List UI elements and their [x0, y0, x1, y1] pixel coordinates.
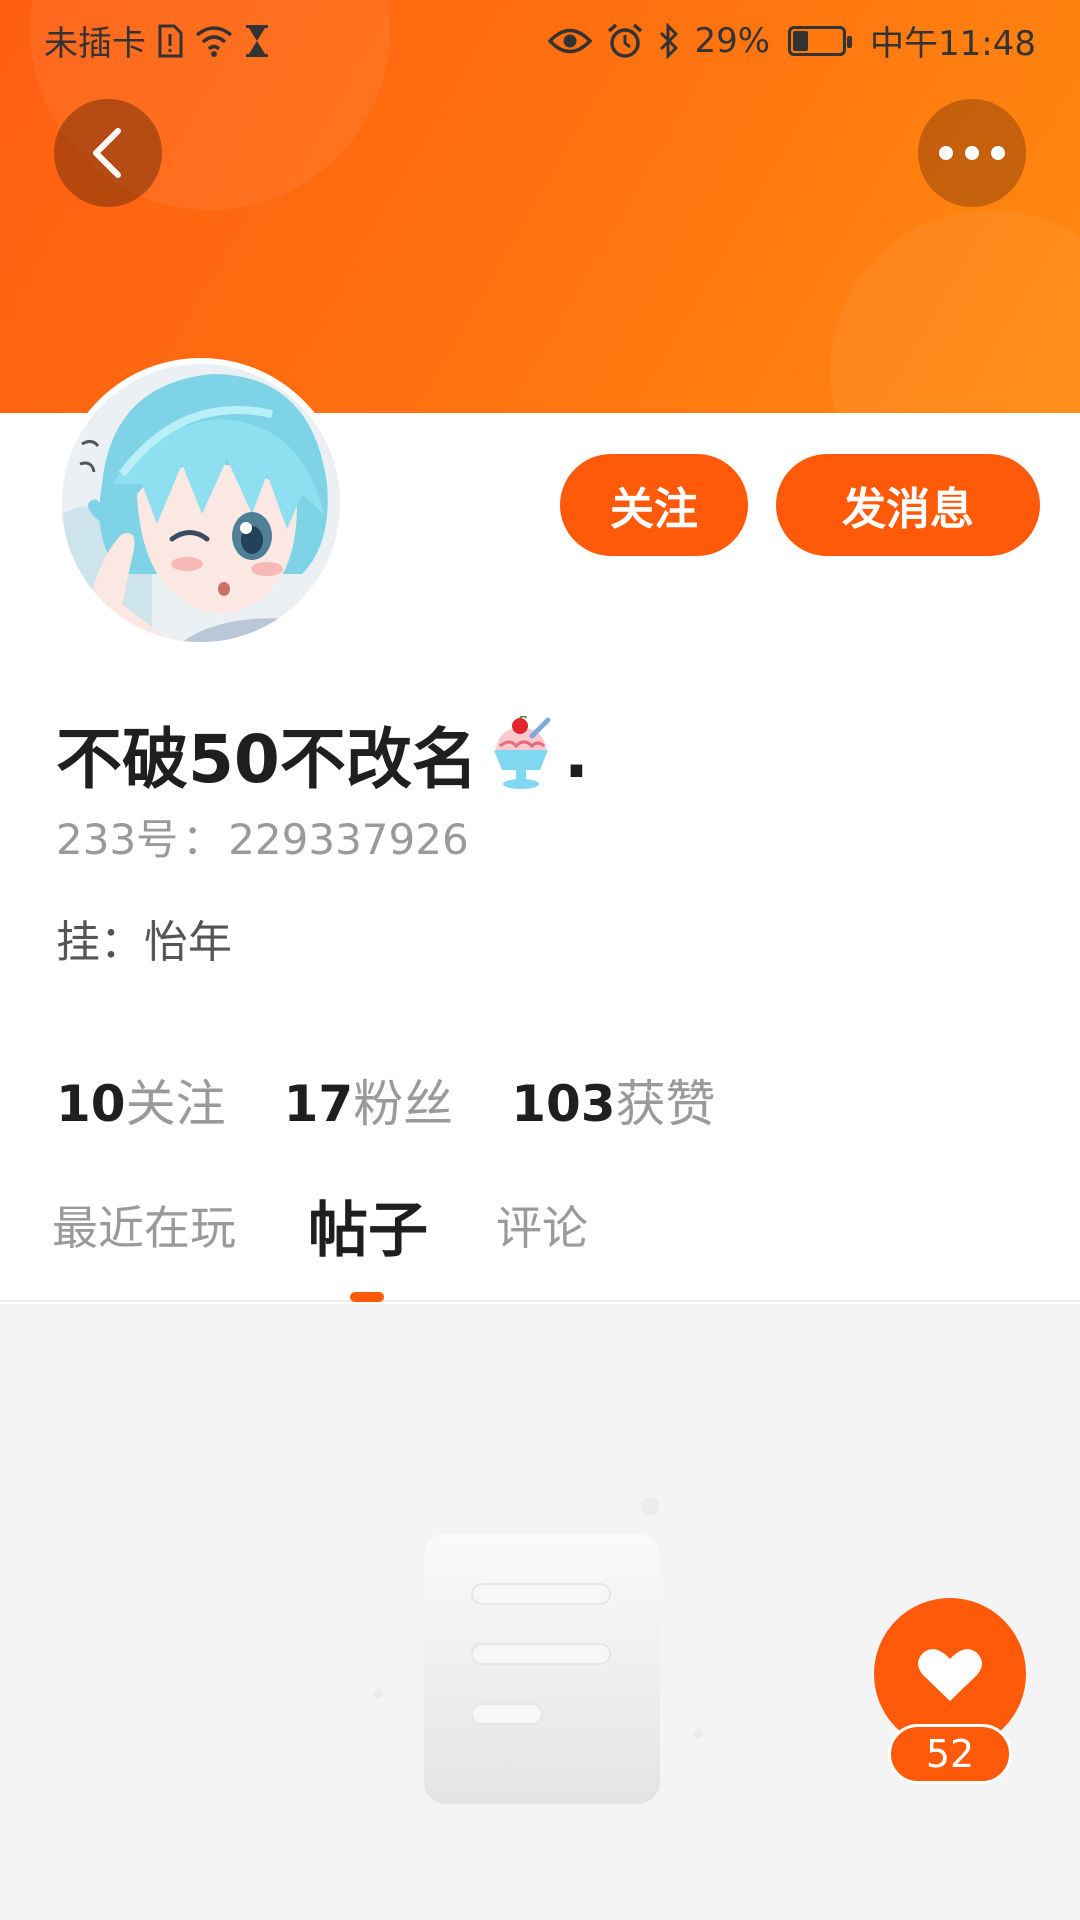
bio-separator: ：	[100, 917, 144, 968]
clock-text: 中午11:48	[870, 24, 1036, 64]
more-horizontal-icon	[939, 146, 1005, 160]
follow-button[interactable]: 关注	[560, 454, 748, 556]
wifi-icon	[194, 21, 234, 61]
alarm-icon	[606, 21, 644, 61]
stat-label: 关注	[125, 1075, 226, 1133]
username-row: 不破50不改名 .	[56, 706, 589, 802]
bluetooth-icon	[658, 21, 680, 61]
battery-percent: 29%	[694, 20, 771, 61]
message-button[interactable]: 发消息	[776, 454, 1040, 556]
active-tab-indicator	[350, 1292, 384, 1302]
carrier-text: 未插卡	[44, 24, 146, 64]
user-id-label: 233号	[56, 815, 179, 864]
like-count-badge: 52	[888, 1724, 1012, 1784]
status-left: 未插卡	[44, 16, 270, 65]
profile-banner: 未插卡 29% 中午11:48	[0, 0, 1080, 413]
user-id-separator: ：	[182, 815, 225, 864]
chevron-left-icon	[93, 128, 121, 178]
stat-value: 10	[56, 1075, 126, 1133]
username-suffix: .	[563, 715, 589, 793]
more-button[interactable]	[918, 99, 1026, 207]
tab-posts[interactable]: 帖子	[308, 1182, 428, 1269]
tab-recently-played[interactable]: 最近在玩	[52, 1192, 236, 1258]
user-id-value[interactable]: 229337926	[228, 815, 469, 864]
hourglass-icon	[244, 21, 270, 61]
battery-icon	[788, 25, 853, 56]
profile-tabs: 最近在玩 帖子 评论	[0, 1192, 1080, 1302]
empty-document-icon	[373, 1497, 703, 1804]
stat-label: 获赞	[615, 1075, 716, 1133]
status-right: 29% 中午11:48	[548, 16, 1036, 65]
avatar[interactable]	[56, 358, 346, 648]
heart-icon	[918, 1649, 982, 1701]
user-id: 233号：229337926	[56, 806, 469, 867]
banner-decoration	[830, 210, 1080, 413]
stat-value: 103	[511, 1075, 616, 1133]
bio: 挂：怡年	[56, 906, 232, 970]
bio-label: 挂	[56, 917, 100, 968]
sim-alert-icon	[156, 21, 184, 61]
stat-label: 粉丝	[353, 1075, 454, 1133]
tab-comments[interactable]: 评论	[496, 1192, 588, 1258]
stat-following[interactable]: 10关注	[56, 1064, 226, 1136]
stat-likes[interactable]: 103获赞	[511, 1064, 715, 1136]
status-bar: 未插卡 29% 中午11:48	[0, 0, 1080, 76]
profile-stats: 10关注 17粉丝 103获赞	[56, 1064, 716, 1136]
bio-value: 怡年	[144, 917, 232, 968]
username-text: 不破50不改名	[56, 721, 478, 798]
stat-followers[interactable]: 17粉丝	[284, 1064, 454, 1136]
eye-icon	[548, 21, 593, 61]
shaved-ice-icon	[493, 716, 551, 789]
stat-value: 17	[283, 1075, 354, 1133]
back-button[interactable]	[54, 99, 162, 207]
